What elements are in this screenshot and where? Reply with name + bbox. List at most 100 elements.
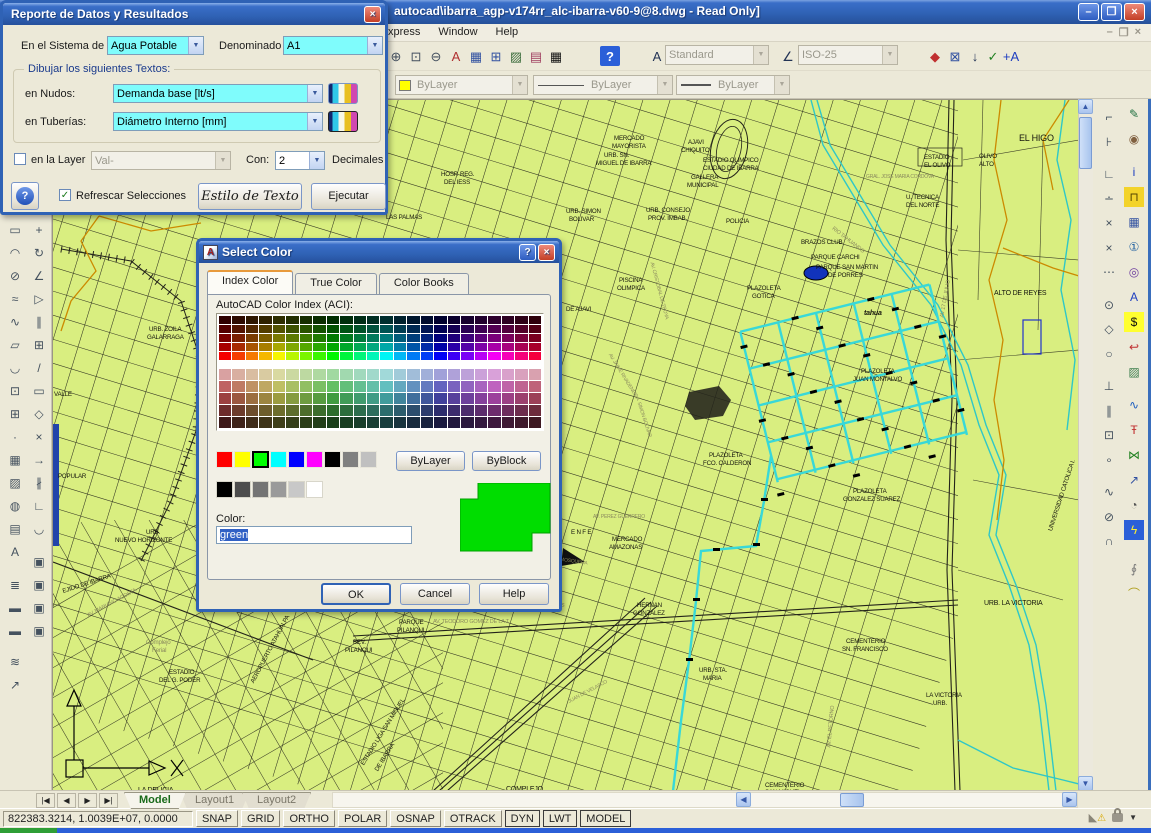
aci-swatch[interactable] xyxy=(313,369,325,380)
aci-swatch[interactable] xyxy=(286,381,298,392)
toggle-osnap[interactable]: OSNAP xyxy=(390,810,441,827)
snap-extension-icon[interactable]: ⋯ xyxy=(1098,261,1120,283)
aci-swatch[interactable] xyxy=(327,316,339,324)
aci-swatch[interactable] xyxy=(488,417,500,428)
aci-swatch[interactable] xyxy=(367,334,379,342)
osnap-settings-icon[interactable]: ∩ xyxy=(1098,530,1120,552)
aci-swatch[interactable] xyxy=(515,334,527,342)
region-icon[interactable]: ◍ xyxy=(4,495,26,517)
standard-color-swatch[interactable] xyxy=(252,451,269,468)
aci-swatch[interactable] xyxy=(246,393,258,404)
tab-layout1[interactable]: Layout1 xyxy=(180,792,249,809)
menu-item-xpress[interactable]: xpress xyxy=(388,26,420,38)
undo-icon[interactable]: ↩ xyxy=(1123,336,1145,358)
aci-swatch[interactable] xyxy=(421,393,433,404)
standard-color-swatch[interactable] xyxy=(234,451,251,468)
aci-swatch[interactable] xyxy=(529,325,541,333)
aci-swatch[interactable] xyxy=(232,369,244,380)
dim-style-icon[interactable]: ∠ xyxy=(778,44,798,68)
linetype-control-combo[interactable]: ByLayer▼ xyxy=(533,75,673,95)
aci-swatch[interactable] xyxy=(502,343,514,351)
text-style-icon[interactable]: A xyxy=(446,44,466,68)
hscroll-thumb[interactable] xyxy=(840,793,864,807)
toggle-snap[interactable]: SNAP xyxy=(196,810,238,827)
aci-swatch[interactable] xyxy=(219,369,231,380)
aci-swatch[interactable] xyxy=(421,343,433,351)
aci-swatch[interactable] xyxy=(340,325,352,333)
aci-swatch[interactable] xyxy=(367,325,379,333)
aci-swatch[interactable] xyxy=(434,316,446,324)
reporte-titlebar[interactable]: Reporte de Datos y Resultados × xyxy=(3,3,385,25)
paste-block-icon[interactable]: ▣ xyxy=(28,597,50,619)
minimize-icon[interactable]: – xyxy=(1078,3,1099,21)
aci-swatch[interactable] xyxy=(259,352,271,360)
aci-swatch[interactable] xyxy=(394,405,406,416)
snap-nearest-icon[interactable]: ∿ xyxy=(1098,481,1120,503)
aci-swatch[interactable] xyxy=(475,417,487,428)
scroll-up-icon[interactable]: ▲ xyxy=(1078,99,1093,114)
mdi-restore-icon[interactable]: ❐ xyxy=(1119,26,1129,39)
aci-swatch[interactable] xyxy=(246,325,258,333)
bylayer-button[interactable]: ByLayer xyxy=(396,451,465,471)
aci-swatch[interactable] xyxy=(407,334,419,342)
aci-swatch[interactable] xyxy=(421,325,433,333)
aci-swatch[interactable] xyxy=(232,334,244,342)
aci-swatch[interactable] xyxy=(515,325,527,333)
select-color-titlebar[interactable]: A Select Color ? × xyxy=(199,241,559,263)
layer-checkbox[interactable] xyxy=(14,153,26,165)
standard-color-swatch[interactable] xyxy=(360,451,377,468)
snap-from-icon[interactable]: ⊦ xyxy=(1098,131,1120,153)
aci-swatch[interactable] xyxy=(273,393,285,404)
aci-swatch[interactable] xyxy=(300,316,312,324)
snap-center-icon[interactable]: ⊙ xyxy=(1098,294,1120,316)
aci-swatch[interactable] xyxy=(515,405,527,416)
aci-swatch[interactable] xyxy=(380,381,392,392)
aci-swatch[interactable] xyxy=(407,352,419,360)
aci-swatch[interactable] xyxy=(327,405,339,416)
chamfer-icon[interactable]: ∟ xyxy=(28,495,50,517)
aci-swatch[interactable] xyxy=(448,334,460,342)
tab-prev-button[interactable]: ◀ xyxy=(57,793,76,808)
aci-swatch[interactable] xyxy=(529,381,541,392)
aci-swatch[interactable] xyxy=(380,393,392,404)
aci-swatch[interactable] xyxy=(394,369,406,380)
aci-swatch[interactable] xyxy=(394,316,406,324)
aci-swatch[interactable] xyxy=(421,417,433,428)
aci-swatch[interactable] xyxy=(232,381,244,392)
aci-swatch[interactable] xyxy=(354,316,366,324)
aci-swatch[interactable] xyxy=(434,352,446,360)
aci-swatch[interactable] xyxy=(232,393,244,404)
aci-swatch[interactable] xyxy=(313,334,325,342)
aci-swatch[interactable] xyxy=(529,393,541,404)
aci-swatch[interactable] xyxy=(475,393,487,404)
tab-layout2[interactable]: Layout2 xyxy=(242,792,311,809)
select-color-close-icon[interactable]: × xyxy=(538,244,555,261)
aci-swatch[interactable] xyxy=(421,316,433,324)
aci-swatch[interactable] xyxy=(434,405,446,416)
aci-swatch[interactable] xyxy=(407,316,419,324)
help-icon[interactable]: ? xyxy=(600,46,620,66)
snap-node-icon[interactable]: ∘ xyxy=(1098,449,1120,471)
scale-icon[interactable]: ∠ xyxy=(28,265,50,287)
standard-color-swatch[interactable] xyxy=(342,451,359,468)
ejecutar-button[interactable]: Ejecutar xyxy=(311,183,386,210)
aci-swatch[interactable] xyxy=(327,381,339,392)
aci-swatch[interactable] xyxy=(246,352,258,360)
aci-swatch[interactable] xyxy=(259,316,271,324)
aci-swatch[interactable] xyxy=(300,343,312,351)
rotate-icon[interactable]: ↻ xyxy=(28,242,50,264)
aci-swatch[interactable] xyxy=(380,352,392,360)
byblock-button[interactable]: ByBlock xyxy=(472,451,541,471)
aci-swatch[interactable] xyxy=(246,381,258,392)
snap-apparent-icon[interactable]: × xyxy=(1098,237,1120,259)
aci-swatch[interactable] xyxy=(515,343,527,351)
mtext-icon[interactable]: A xyxy=(4,541,26,563)
aci-swatch[interactable] xyxy=(246,369,258,380)
estilo-texto-button[interactable]: Estilo de Texto xyxy=(198,183,302,210)
aci-swatch[interactable] xyxy=(367,369,379,380)
vertical-scrollbar[interactable]: ▲ ▼ xyxy=(1078,99,1093,793)
aci-swatch[interactable] xyxy=(367,316,379,324)
vscroll-thumb[interactable] xyxy=(1079,117,1092,169)
horizontal-scrollbar[interactable] xyxy=(332,792,1078,808)
aci-swatch[interactable] xyxy=(380,334,392,342)
